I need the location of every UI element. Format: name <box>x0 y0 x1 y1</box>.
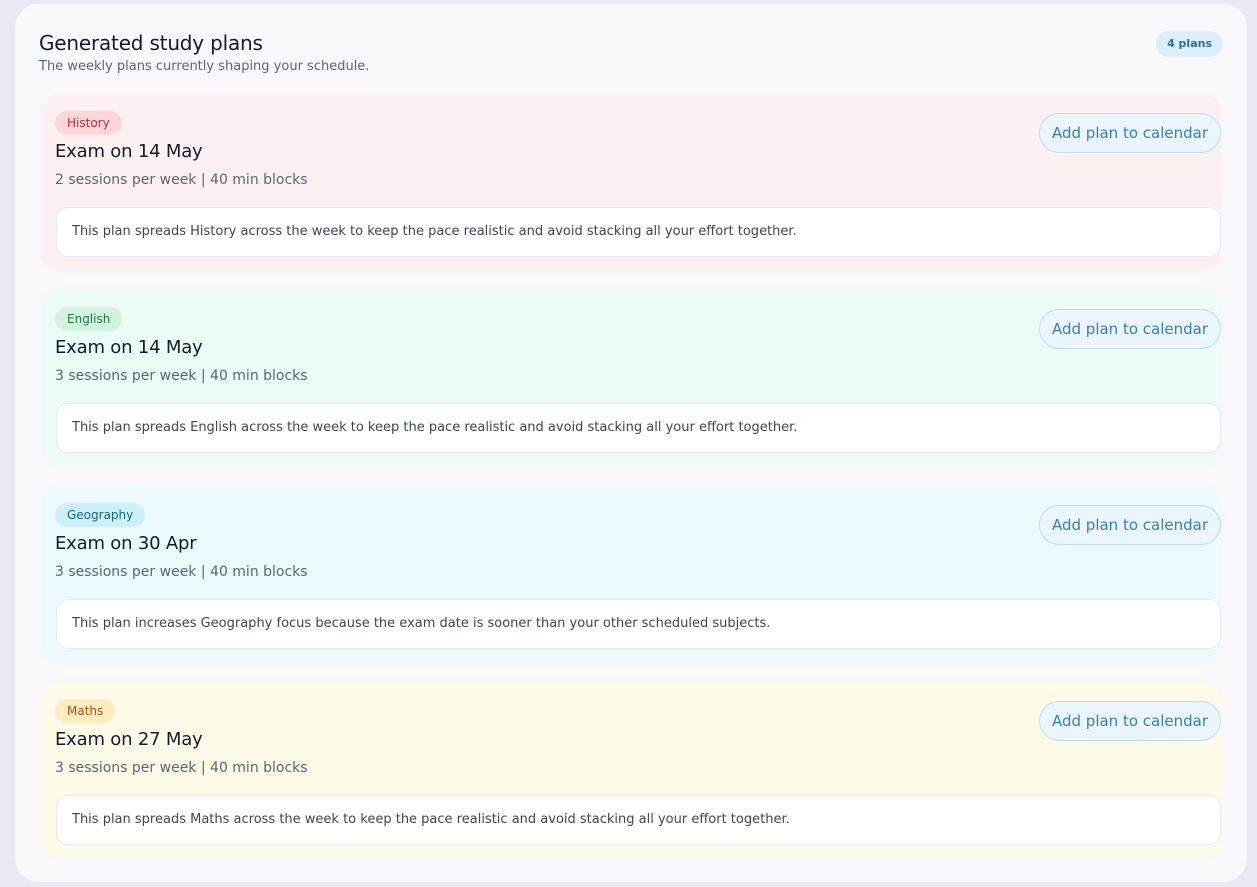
subject-badge: History <box>55 111 122 135</box>
exam-date-title: Exam on 14 May <box>55 141 203 162</box>
plan-card-geography: Geography Exam on 30 Apr 3 sessions per … <box>41 486 1221 662</box>
add-plan-to-calendar-button[interactable]: Add plan to calendar <box>1038 505 1221 545</box>
plan-session-info: 3 sessions per week | 40 min blocks <box>55 760 308 776</box>
exam-date-title: Exam on 27 May <box>55 729 203 750</box>
add-plan-to-calendar-button[interactable]: Add plan to calendar <box>1038 309 1221 349</box>
panel-subtitle: The weekly plans currently shaping your … <box>39 59 370 74</box>
plan-session-info: 2 sessions per week | 40 min blocks <box>55 172 308 188</box>
panel-title: Generated study plans <box>39 31 263 55</box>
exam-date-title: Exam on 30 Apr <box>55 533 197 554</box>
plan-card-maths: Maths Exam on 27 May 3 sessions per week… <box>41 682 1221 858</box>
plan-card-history: History Exam on 14 May 2 sessions per we… <box>41 94 1221 270</box>
plan-session-info: 3 sessions per week | 40 min blocks <box>55 564 308 580</box>
exam-date-title: Exam on 14 May <box>55 337 203 358</box>
subject-badge: Geography <box>55 503 146 527</box>
add-plan-to-calendar-button[interactable]: Add plan to calendar <box>1038 113 1221 153</box>
plan-session-info: 3 sessions per week | 40 min blocks <box>55 368 308 384</box>
panel-header: Generated study plans The weekly plans c… <box>39 30 1223 80</box>
plan-card-english: English Exam on 14 May 3 sessions per we… <box>41 290 1221 466</box>
subject-badge: English <box>55 307 123 331</box>
study-plans-panel: Generated study plans The weekly plans c… <box>15 4 1247 882</box>
subject-badge: Maths <box>55 699 116 723</box>
plan-count-badge: 4 plans <box>1156 31 1223 57</box>
plan-list: History Exam on 14 May 2 sessions per we… <box>41 94 1221 878</box>
add-plan-to-calendar-button[interactable]: Add plan to calendar <box>1038 701 1221 741</box>
plan-explanation: This plan spreads Maths across the week … <box>56 795 1221 845</box>
plan-explanation: This plan spreads History across the wee… <box>56 207 1221 257</box>
plan-explanation: This plan increases Geography focus beca… <box>56 599 1221 649</box>
plan-explanation: This plan spreads English across the wee… <box>56 403 1221 453</box>
